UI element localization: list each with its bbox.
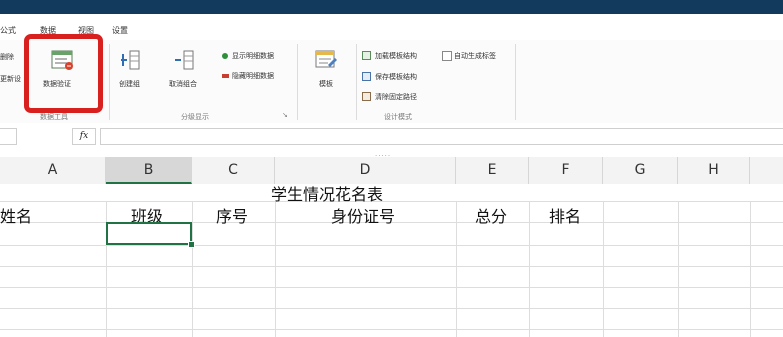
- create-group-label: 创建组: [119, 80, 140, 88]
- column-header-b[interactable]: B: [106, 157, 192, 184]
- add-template-structure-label: 加载模板结构: [375, 52, 417, 60]
- update-button[interactable]: 更新设: [0, 74, 21, 84]
- design-group-label: 设计模式: [384, 113, 412, 121]
- clear-path-icon: [362, 92, 371, 101]
- row-line: [0, 287, 783, 288]
- fill-handle[interactable]: [188, 241, 195, 248]
- title-bar: [0, 0, 783, 14]
- separator: [356, 44, 357, 120]
- header-total: 总分: [475, 207, 508, 226]
- hide-detail-icon: [222, 74, 229, 78]
- create-group-button[interactable]: 创建组: [114, 46, 152, 102]
- header-rank: 排名: [549, 207, 582, 226]
- outline-group-label: 分级显示: [181, 113, 209, 121]
- hide-detail-button[interactable]: 隐藏明细数据: [218, 70, 290, 82]
- column-line: [275, 184, 276, 337]
- highlight-box: [24, 34, 103, 113]
- add-structure-icon: [362, 51, 371, 60]
- row-line: [0, 266, 783, 267]
- column-headers: A B C D E F G H: [0, 157, 783, 185]
- column-line: [603, 184, 604, 337]
- ungroup-label: 取消组合: [169, 80, 197, 88]
- header-name: 姓名: [0, 207, 33, 226]
- outline-dialog-launcher-icon[interactable]: ↘: [282, 111, 288, 119]
- save-structure-icon: [362, 72, 371, 81]
- show-detail-button[interactable]: 显示明细数据: [218, 50, 290, 62]
- separator: [109, 44, 110, 120]
- show-detail-label: 显示明细数据: [232, 52, 274, 60]
- column-header-h[interactable]: H: [678, 157, 750, 184]
- header-id-number: 身份证号: [331, 207, 396, 226]
- template-icon: [315, 50, 337, 68]
- separator: [297, 44, 298, 120]
- column-line: [106, 184, 107, 337]
- show-detail-icon: [222, 53, 228, 59]
- ribbon-tabs: 公式 数据 视图 设置: [0, 14, 783, 40]
- sheet-title: 学生情况花名表: [271, 185, 384, 204]
- ribbon: 删除 更新设 数据工具 数据验证 创建组 取消组合 显示明细数据 隐藏明细数据 …: [0, 40, 783, 124]
- tab-settings[interactable]: 设置: [112, 25, 128, 36]
- checkbox-icon: [442, 51, 452, 61]
- save-template-structure-label: 保存模板结构: [375, 73, 417, 81]
- column-header-e[interactable]: E: [456, 157, 529, 184]
- ungroup-icon: [175, 50, 194, 70]
- auto-generate-label-text: 自动生成标签: [454, 52, 496, 60]
- column-line: [750, 184, 751, 337]
- column-line: [678, 184, 679, 337]
- create-group-icon: [121, 50, 140, 70]
- clear-fixed-path-label: 清除固定路径: [375, 93, 417, 101]
- clear-fixed-path-button[interactable]: 清除固定路径: [360, 91, 434, 103]
- column-header-a[interactable]: A: [0, 157, 106, 184]
- active-cell[interactable]: [106, 222, 192, 245]
- hide-detail-label: 隐藏明细数据: [232, 72, 274, 80]
- template-label: 模板: [319, 80, 333, 88]
- tab-formulas[interactable]: 公式: [0, 25, 16, 36]
- column-line: [456, 184, 457, 337]
- formula-bar: fx .....: [0, 123, 783, 158]
- column-header-f[interactable]: F: [529, 157, 603, 184]
- column-header-d[interactable]: D: [275, 157, 456, 184]
- add-template-structure-button[interactable]: 加载模板结构: [360, 50, 434, 62]
- auto-generate-label-checkbox[interactable]: 自动生成标签: [440, 50, 512, 62]
- merged-title-cell[interactable]: [0, 184, 783, 201]
- insert-function-button[interactable]: fx: [72, 128, 96, 145]
- ungroup-button[interactable]: 取消组合: [164, 46, 208, 102]
- column-header-g[interactable]: G: [603, 157, 678, 184]
- data-tools-group-label: 数据工具: [40, 113, 68, 121]
- separator: [515, 44, 516, 120]
- column-line: [529, 184, 530, 337]
- header-seq: 序号: [216, 207, 249, 226]
- formula-input[interactable]: [100, 128, 783, 145]
- row-line: [0, 245, 783, 246]
- row-line: [0, 308, 783, 309]
- name-box[interactable]: [0, 128, 17, 145]
- row-line: [0, 201, 783, 202]
- column-line: [192, 184, 193, 337]
- save-template-structure-button[interactable]: 保存模板结构: [360, 71, 434, 83]
- delete-button[interactable]: 删除: [0, 52, 14, 62]
- column-header-c[interactable]: C: [192, 157, 275, 184]
- row-line: [0, 329, 783, 330]
- template-button[interactable]: 模板: [306, 46, 348, 102]
